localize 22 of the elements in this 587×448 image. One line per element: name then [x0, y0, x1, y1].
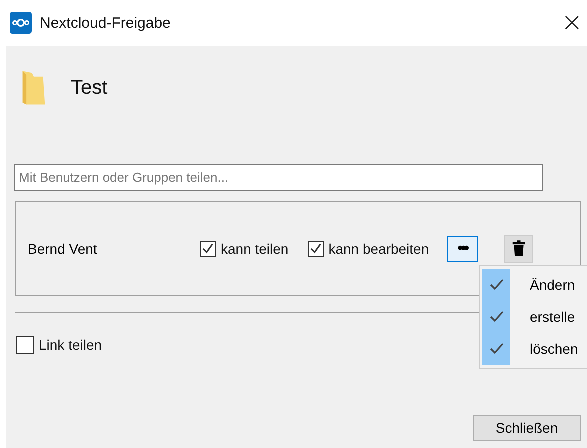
link-checkbox[interactable]: Link teilen — [16, 336, 102, 354]
file-name: Test — [71, 76, 108, 100]
menu-item[interactable]: erstelle — [482, 301, 587, 333]
edit-checkbox[interactable]: kann bearbeiten — [308, 240, 430, 256]
trash-icon — [512, 240, 526, 257]
menu-label: löschen — [530, 341, 578, 357]
share-checkbox[interactable]: kann teilen — [200, 240, 289, 256]
more-button[interactable]: ••• — [447, 236, 478, 262]
menu-item[interactable]: löschen — [482, 333, 587, 365]
menu-label: erstelle — [530, 309, 576, 325]
check-icon — [308, 242, 323, 256]
app-logo-icon — [10, 12, 32, 34]
delete-button[interactable] — [504, 234, 534, 262]
window-title: Nextcloud-Freigabe — [40, 14, 171, 32]
folder-icon — [21, 69, 47, 107]
close-button[interactable]: × — [557, 8, 587, 38]
check-icon — [201, 242, 215, 256]
menu-item[interactable]: Ändern — [482, 269, 587, 301]
search-field[interactable]: Mit Benutzern oder Gruppen teilen... — [14, 164, 543, 191]
close-dialog-button[interactable]: Schließen — [473, 415, 581, 441]
user-name: Bernd Vent — [28, 240, 98, 256]
menu-label: Ändern — [530, 277, 576, 293]
